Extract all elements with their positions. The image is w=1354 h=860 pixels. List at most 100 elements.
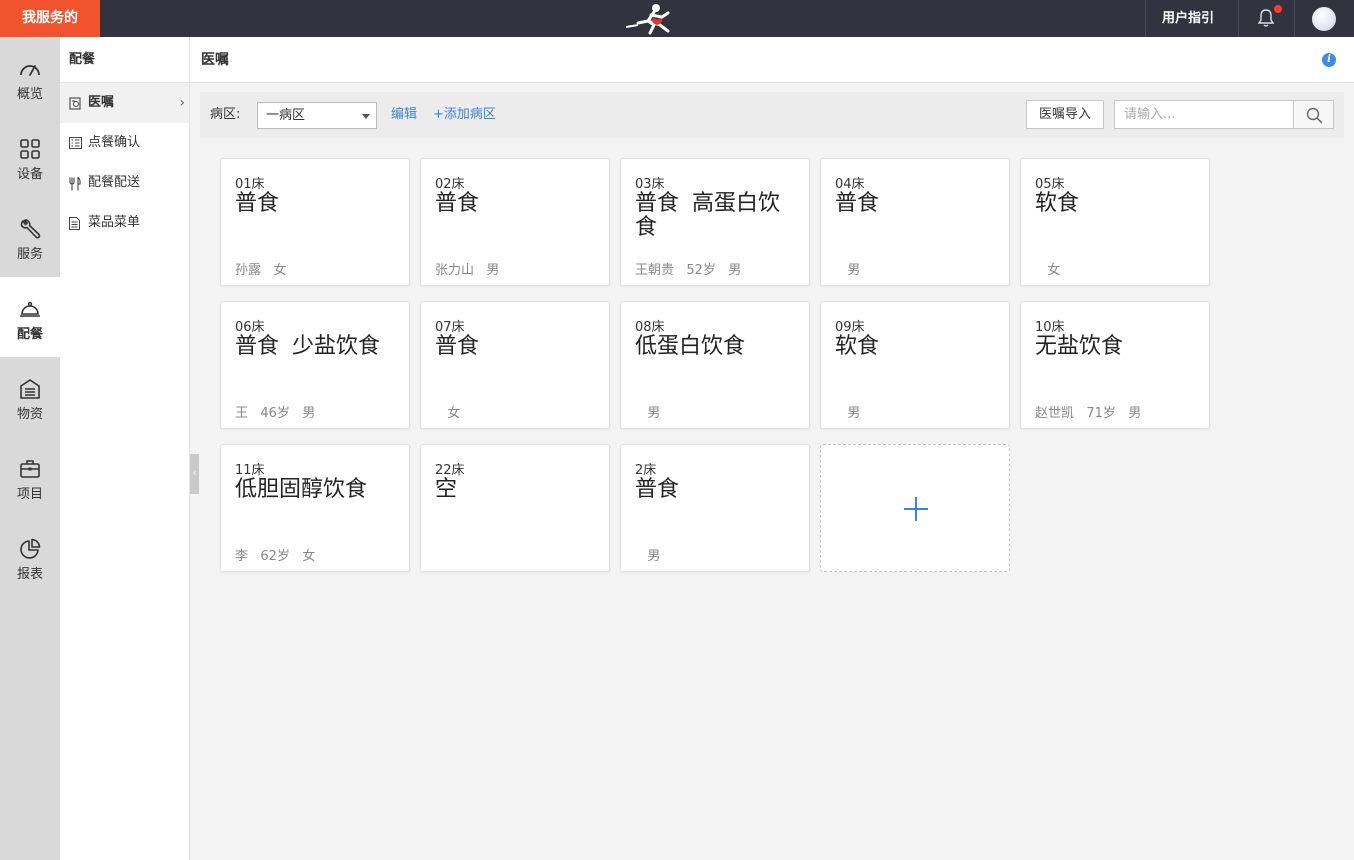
briefcase-icon [20, 460, 40, 478]
plus-icon [904, 497, 928, 521]
info-icon[interactable]: i [1322, 53, 1336, 67]
search-input[interactable]: 请输入... [1114, 100, 1294, 129]
sub-item-order-confirm[interactable]: 点餐确认 [60, 123, 189, 163]
checklist-icon [69, 137, 82, 149]
bed-card[interactable]: 02床 普食 张力山 男 [420, 158, 610, 286]
bed-number: 22床 [435, 463, 465, 478]
diet-type: 软食 [1035, 191, 1080, 216]
ward-select-value: 一病区 [266, 108, 306, 123]
gauge-icon [20, 65, 40, 76]
avatar [1312, 7, 1336, 31]
diet-type: 普食 [235, 191, 280, 216]
bed-card[interactable]: 2床 普食 男 [620, 444, 810, 572]
bed-number: 2床 [635, 463, 657, 478]
patient-info: 张力山 男 [435, 263, 500, 278]
nav-item-service[interactable]: 服务 [0, 197, 60, 277]
patient-info: 女 [435, 406, 461, 421]
bed-card[interactable]: 01床 普食 孙露 女 [220, 158, 410, 286]
nav-item-reports[interactable]: 报表 [0, 517, 60, 597]
patient-info: 男 [635, 549, 661, 564]
bed-number: 08床 [635, 320, 665, 335]
nav-item-catering[interactable]: 配餐 [0, 277, 60, 357]
diet-type: 普食 [635, 477, 680, 502]
search-icon [1306, 107, 1323, 124]
bed-card[interactable]: 10床 无盐饮食 赵世凯 71岁 男 [1020, 301, 1210, 429]
nav-label: 配餐 [16, 327, 43, 342]
add-ward-link[interactable]: +添加病区 [433, 92, 496, 138]
diet-type: 软食 [835, 334, 880, 359]
bell-icon [1257, 9, 1275, 27]
document-icon [69, 217, 80, 230]
sub-item-label: 点餐确认 [88, 135, 141, 150]
user-menu[interactable] [1294, 0, 1354, 37]
sub-menu-title: 配餐 [60, 37, 189, 83]
runner-logo-icon [625, 4, 670, 35]
nav-item-overview[interactable]: 概览 [0, 37, 60, 117]
grid-icon [20, 139, 40, 159]
diet-type: 无盐饮食 [1035, 334, 1124, 359]
bed-number: 11床 [235, 463, 265, 478]
sub-item-label: 配餐配送 [88, 175, 141, 190]
bed-card[interactable]: 06床 普食 少盐饮食 王 46岁 男 [220, 301, 410, 429]
bed-card[interactable]: 07床 普食 女 [420, 301, 610, 429]
bed-number: 06床 [235, 320, 265, 335]
top-bar: 我服务的 用户指引 [0, 0, 1354, 37]
order-icon [69, 97, 81, 110]
bed-card[interactable]: 09床 软食 男 [820, 301, 1010, 429]
fork-knife-icon [69, 177, 81, 191]
bed-card[interactable]: 08床 低蛋白饮食 男 [620, 301, 810, 429]
warehouse-icon [20, 379, 40, 399]
bed-number: 10床 [1035, 320, 1065, 335]
patient-info: 男 [835, 406, 861, 421]
patient-info: 王 46岁 男 [235, 406, 316, 421]
nav-label: 概览 [16, 87, 43, 102]
notifications-button[interactable] [1238, 0, 1294, 37]
patient-info: 王朝贵 52岁 男 [635, 263, 742, 278]
ward-select[interactable]: 一病区 [257, 102, 377, 129]
diet-type: 普食 [435, 334, 480, 359]
edit-ward-link[interactable]: 编辑 [391, 92, 417, 138]
diet-type: 低胆固醇饮食 [235, 477, 368, 502]
nav-item-devices[interactable]: 设备 [0, 117, 60, 197]
nav-label: 服务 [16, 247, 43, 262]
sub-item-label: 菜品菜单 [88, 215, 141, 230]
patient-info: 赵世凯 71岁 男 [1035, 406, 1142, 421]
nav-item-projects[interactable]: 项目 [0, 437, 60, 517]
brand-tab[interactable]: 我服务的 [0, 0, 100, 37]
main-nav: 概览 设备 服务 配餐 物资 项目 报表 [0, 37, 60, 860]
bed-card[interactable]: 05床 软食 女 [1020, 158, 1210, 286]
bed-number: 02床 [435, 177, 465, 192]
notification-badge [1274, 5, 1282, 13]
diet-type: 低蛋白饮食 [635, 334, 746, 359]
nav-label: 物资 [16, 407, 43, 422]
bed-card[interactable]: 11床 低胆固醇饮食 李 62岁 女 [220, 444, 410, 572]
bed-number: 01床 [235, 177, 265, 192]
page-header: 医嘱 i [190, 37, 1354, 83]
nav-label: 项目 [16, 487, 43, 502]
page-title: 医嘱 [201, 52, 229, 68]
bed-card[interactable]: 22床 空 [420, 444, 610, 572]
diet-type: 普食 高蛋白饮食 [635, 191, 780, 240]
bed-number: 09床 [835, 320, 865, 335]
patient-info: 男 [635, 406, 661, 421]
nav-label: 设备 [16, 167, 43, 182]
bed-number: 03床 [635, 177, 665, 192]
add-bed-button[interactable] [820, 444, 1010, 572]
bed-card[interactable]: 03床 普食 高蛋白饮食 王朝贵 52岁 男 [620, 158, 810, 286]
nav-item-supplies[interactable]: 物资 [0, 357, 60, 437]
search-button[interactable] [1293, 100, 1334, 129]
sub-item-delivery[interactable]: 配餐配送 [60, 163, 189, 203]
patient-info: 男 [835, 263, 861, 278]
patient-info: 孙露 女 [235, 263, 287, 278]
diet-type: 普食 [435, 191, 480, 216]
patient-info: 李 62岁 女 [235, 549, 316, 564]
user-guide-link[interactable]: 用户指引 [1144, 0, 1238, 37]
import-orders-button[interactable]: 医嘱导入 [1026, 100, 1104, 129]
cloche-icon [20, 301, 40, 317]
sub-item-menu[interactable]: 菜品菜单 [60, 203, 189, 243]
bed-number: 05床 [1035, 177, 1065, 192]
bed-card[interactable]: 04床 普食 男 [820, 158, 1010, 286]
collapse-sidebar-handle[interactable]: ‹ [190, 454, 199, 494]
sub-item-orders[interactable]: 医嘱 › [60, 83, 189, 123]
diet-type: 普食 少盐饮食 [235, 334, 380, 359]
